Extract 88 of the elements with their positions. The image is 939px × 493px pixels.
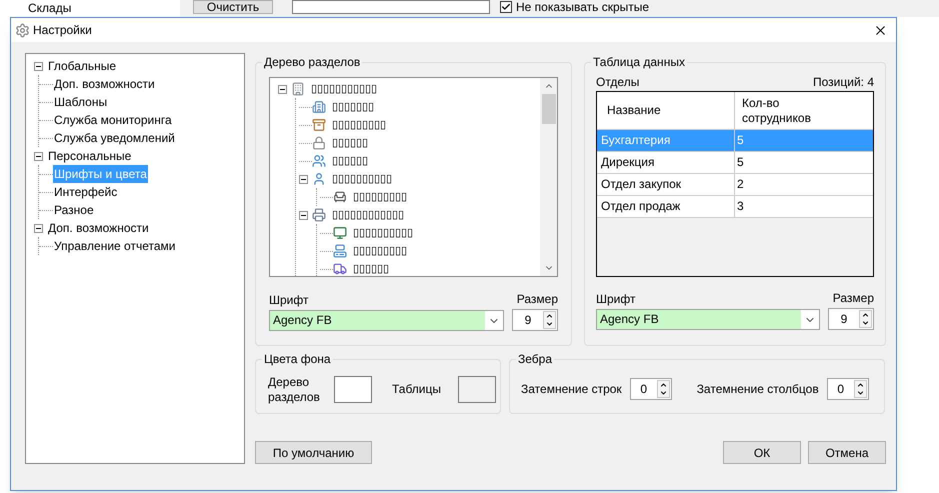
field-label: Затемнение столбцов (696, 380, 819, 398)
safe-icon (312, 136, 326, 150)
number-spinner[interactable]: 9 (828, 308, 874, 330)
group-title: Таблица данных (591, 54, 687, 70)
ok-button[interactable]: ОК (723, 441, 801, 464)
window-title: Настройки (33, 22, 93, 39)
collapse-toggle-icon[interactable] (278, 84, 287, 94)
tree-node-label[interactable]: ▯▯▯▯▯▯▯▯▯ (353, 242, 407, 260)
field-label: Шрифт (596, 291, 636, 307)
spin-arrows-icon[interactable] (859, 310, 872, 328)
collapse-toggle-icon[interactable] (34, 152, 43, 160)
collapse-toggle-icon[interactable] (299, 174, 308, 184)
table-cell-text: 3 (736, 198, 744, 215)
person-icon (312, 172, 326, 186)
office-building-icon (312, 100, 326, 114)
spin-arrows-icon[interactable] (543, 311, 556, 329)
collapse-toggle-icon[interactable] (299, 210, 308, 220)
position-count: Позиций: 4 (813, 74, 874, 90)
cabinet-icon (312, 118, 326, 132)
spin-arrows-icon[interactable] (656, 380, 670, 398)
table-caption: Отделы (596, 74, 640, 90)
tree-node-label[interactable]: ▯▯▯▯▯▯ (332, 152, 368, 170)
tree-item[interactable]: Доп. возможности (47, 219, 150, 237)
table-cell-text: 5 (736, 154, 744, 171)
defaults-button[interactable]: По умолчанию (255, 441, 372, 464)
group-title: Зебра (516, 351, 554, 367)
column-header[interactable]: Название (597, 92, 735, 129)
tree-item[interactable]: Служба мониторинга (53, 111, 173, 129)
color-label: Таблицы (392, 382, 442, 397)
tree-node-label[interactable]: ▯▯▯▯▯▯▯▯▯▯▯ (311, 80, 377, 98)
field-label: Затемнение строк (521, 380, 622, 398)
printer-icon (312, 208, 326, 222)
clear-button[interactable]: Очистить (193, 0, 273, 14)
tree-node-label[interactable]: ▯▯▯▯▯▯▯▯▯ (353, 188, 407, 206)
table-row[interactable]: Отдел продаж 3 (597, 196, 873, 218)
tree-node-label[interactable]: ▯▯▯▯▯▯ (353, 260, 389, 276)
tree-item[interactable]: Доп. возможности (53, 75, 156, 93)
tree-node-label[interactable]: ▯▯▯▯▯▯▯▯▯▯▯▯ (332, 206, 404, 224)
table-row[interactable]: Отдел закупок 2 (597, 174, 873, 196)
cancel-button[interactable]: Отмена (808, 441, 886, 464)
tree-item[interactable]: Служба уведомлений (53, 129, 176, 147)
tree-node-label[interactable]: ▯▯▯▯▯▯▯▯▯▯ (332, 170, 392, 188)
color-swatch[interactable] (458, 376, 496, 403)
field-label: Размер (832, 290, 874, 306)
tree-node-label[interactable]: ▯▯▯▯▯▯▯▯▯▯ (353, 224, 413, 242)
table-cell-text: 2 (736, 176, 744, 193)
table-cell: Отдел продаж (597, 196, 735, 217)
settings-icon (15, 22, 30, 38)
tree-item[interactable]: Разное (53, 201, 95, 219)
font-dropdown[interactable]: Agency FB (596, 309, 820, 330)
field-label: Шрифт (269, 292, 310, 308)
monitor-icon (333, 226, 347, 240)
color-swatch[interactable] (334, 376, 372, 403)
number-spinner[interactable]: 9 (512, 309, 558, 331)
tree-item[interactable]: Глобальные (47, 57, 118, 75)
collapse-toggle-icon[interactable] (34, 62, 43, 70)
table-cell-text: 5 (736, 132, 744, 149)
tree-item[interactable]: Управление отчетами (53, 237, 176, 255)
number-spinner[interactable]: 0 (826, 378, 869, 400)
tree-node-label[interactable]: ▯▯▯▯▯▯▯▯▯ (332, 116, 386, 134)
scrollbar-thumb[interactable] (542, 94, 556, 124)
color-label: Дерево разделов (268, 374, 321, 404)
checkbox-label: Не показывать скрытые (516, 1, 650, 13)
table-cell: Дирекция (597, 152, 735, 173)
text-field[interactable] (292, 0, 490, 14)
checkbox[interactable] (500, 1, 512, 13)
field-label: Размер (516, 291, 558, 307)
computer-icon (333, 244, 347, 258)
font-dropdown[interactable]: Agency FB (269, 310, 504, 331)
truck-icon (333, 262, 347, 276)
tree-item-label[interactable]: Склады (28, 2, 72, 15)
scrollbar[interactable] (540, 78, 557, 276)
spin-arrows-icon[interactable] (854, 380, 867, 398)
tree-item[interactable]: Интерфейс (53, 183, 118, 201)
table-cell: Бухгалтерия (597, 130, 735, 151)
group-title: Цвета фона (262, 351, 333, 367)
tree-item[interactable]: Шаблоны (53, 93, 108, 111)
column-header[interactable]: Кол-во сотрудников (735, 92, 835, 129)
people-icon (312, 154, 326, 168)
building-icon (291, 82, 305, 96)
collapse-toggle-icon[interactable] (34, 224, 43, 232)
tree-item[interactable]: Персональные (47, 147, 132, 165)
number-spinner[interactable]: 0 (630, 378, 672, 400)
table-row[interactable]: Дирекция 5 (597, 152, 873, 174)
tree-node-label[interactable]: ▯▯▯▯▯▯ (332, 134, 368, 152)
table-cell: Отдел закупок (597, 174, 735, 195)
chair-icon (333, 190, 347, 204)
tree-node-label[interactable]: ▯▯▯▯▯▯▯ (332, 98, 374, 116)
